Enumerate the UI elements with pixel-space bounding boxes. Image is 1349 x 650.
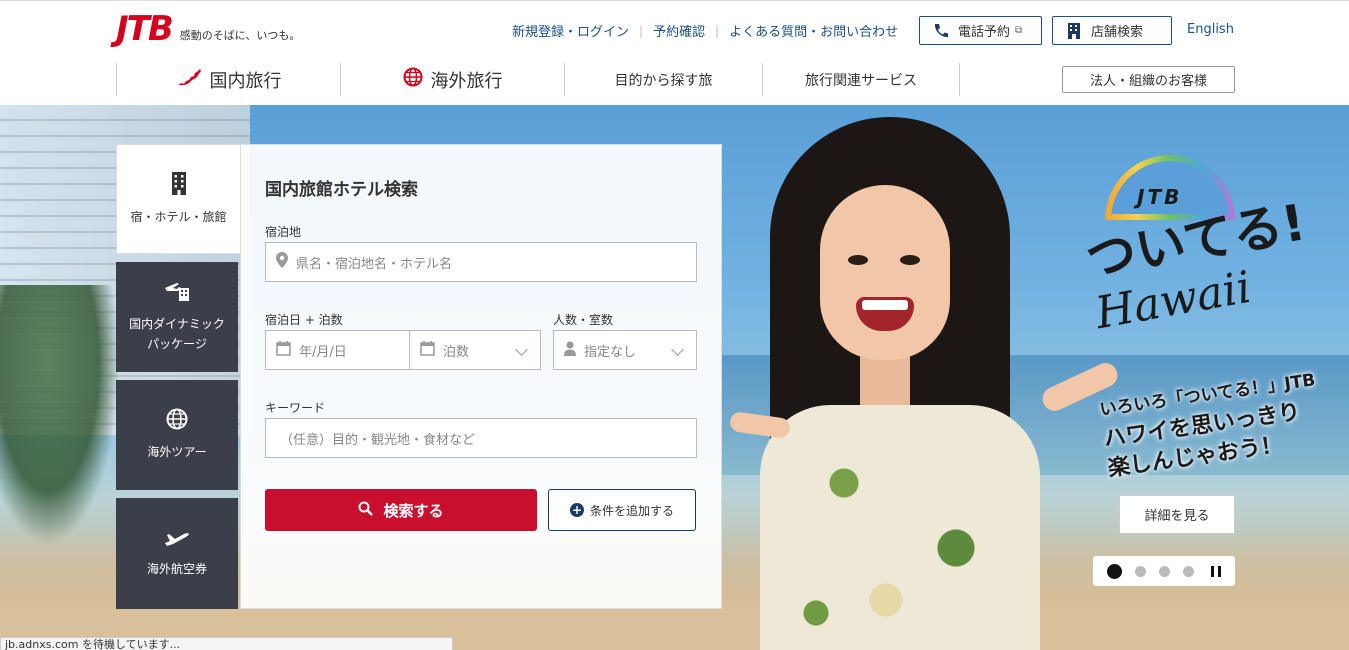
divider: | xyxy=(639,23,644,38)
phone-reservation-button[interactable]: 電話予約 ⧉ xyxy=(919,16,1042,45)
chevron-down-icon xyxy=(515,343,528,356)
search-panel: 宿・ホテル・旅館 国内ダイナミック パッケージ 海外ツアー 海外航空券 国内旅館… xyxy=(116,144,722,609)
guests-label: 人数・室数 xyxy=(553,313,614,327)
reservation-link[interactable]: 予約確認 xyxy=(653,21,705,40)
keyword-placeholder: （任意）目的・観光地・食材など xyxy=(280,432,476,448)
tab-dynamic-package[interactable]: 国内ダイナミック パッケージ xyxy=(116,262,238,372)
search-icon xyxy=(358,501,374,520)
campaign-copy: いろいろ「ついてる！」JTB ハワイを思いっきり 楽しんじゃおう！ xyxy=(1098,365,1326,484)
detail-button[interactable]: 詳細を見る xyxy=(1119,495,1235,534)
gnav-overseas[interactable]: 海外旅行 xyxy=(340,63,564,96)
gnav-overseas-label: 海外旅行 xyxy=(430,70,503,92)
building-icon xyxy=(170,171,188,201)
gnav-services[interactable]: 旅行関連サービス xyxy=(762,63,960,96)
nights-placeholder: 泊数 xyxy=(443,344,470,360)
search-button-label: 検索する xyxy=(383,501,444,520)
hotel-search-form: 国内旅館ホテル検索 宿泊地 県名・宿泊地名・ホテル名 宿泊日 + 泊数 年/月/… xyxy=(240,144,722,609)
chevron-down-icon xyxy=(671,343,684,356)
calendar-icon xyxy=(276,340,291,360)
slide-dot[interactable] xyxy=(1135,565,1146,577)
smile xyxy=(856,297,914,331)
pause-icon[interactable] xyxy=(1211,565,1221,577)
logo-mark: JTB xyxy=(116,9,174,49)
gnav-domestic-label: 国内旅行 xyxy=(209,70,282,92)
campaign-brand: JTB xyxy=(1137,185,1183,209)
guests-placeholder: 指定なし xyxy=(584,344,637,360)
place-placeholder: 県名・宿泊地名・ホテル名 xyxy=(296,256,453,272)
guests-select[interactable]: 指定なし xyxy=(553,330,697,370)
phone-icon xyxy=(932,22,950,40)
slide-dot[interactable] xyxy=(1183,565,1194,577)
gnav-domestic[interactable]: 国内旅行 xyxy=(116,63,340,96)
calendar-icon xyxy=(420,340,435,360)
corporate-button[interactable]: 法人・組織のお客様 xyxy=(1062,66,1235,93)
campaign-logo: JTB ついてる! Hawaii いろいろ「ついてる！」JTB ハワイを思いっき… xyxy=(1075,155,1345,482)
date-placeholder: 年/月/日 xyxy=(299,344,347,360)
tab-overseas-tour[interactable]: 海外ツアー xyxy=(116,380,238,490)
tab-label: 海外ツアー xyxy=(147,445,207,459)
tab-hotel[interactable]: 宿・ホテル・旅館 xyxy=(116,144,240,254)
add-condition-button[interactable]: + 条件を追加する xyxy=(548,489,696,531)
form-title: 国内旅館ホテル検索 xyxy=(265,180,418,200)
external-window-icon: ⧉ xyxy=(1015,25,1023,36)
keyword-input[interactable]: （任意）目的・観光地・食材など xyxy=(265,418,697,458)
search-button[interactable]: 検索する xyxy=(265,489,537,531)
site-header: JTB 感動のそばに、いつも。 新規登録・ログイン | 予約確認 | よくある質… xyxy=(0,0,1349,105)
eye xyxy=(900,255,920,265)
date-label: 宿泊日 + 泊数 xyxy=(265,313,343,327)
globe-icon xyxy=(166,408,188,436)
store-building-icon xyxy=(1065,22,1083,40)
nights-select[interactable]: 泊数 xyxy=(409,330,541,370)
place-label: 宿泊地 xyxy=(265,225,302,239)
model-photo xyxy=(728,105,1070,650)
japan-map-icon xyxy=(176,67,202,92)
keyword-label: キーワード xyxy=(265,401,326,415)
globe-icon xyxy=(403,67,423,92)
place-input[interactable]: 県名・宿泊地名・ホテル名 xyxy=(265,242,697,282)
tab-overseas-flight[interactable]: 海外航空券 xyxy=(116,498,238,609)
checkin-date-input[interactable]: 年/月/日 xyxy=(265,330,410,370)
aloha-shirt xyxy=(760,405,1040,650)
slider-controls xyxy=(1093,556,1235,586)
jtb-logo[interactable]: JTB 感動のそばに、いつも。 xyxy=(116,11,300,47)
palm-tree-image xyxy=(0,285,120,545)
gnav-purpose[interactable]: 目的から探す旅 xyxy=(564,63,762,96)
english-link[interactable]: English xyxy=(1187,22,1234,37)
global-nav: 国内旅行 海外旅行 目的から探す旅 旅行関連サービス xyxy=(116,63,960,96)
hero-banner[interactable]: JTB ついてる! Hawaii いろいろ「ついてる！」JTB ハワイを思いっき… xyxy=(0,105,1349,650)
person-icon xyxy=(564,341,576,360)
slide-dot[interactable] xyxy=(1107,563,1122,579)
store-search-button[interactable]: 店舗検索 xyxy=(1052,16,1172,45)
tab-label: 宿・ホテル・旅館 xyxy=(130,210,227,224)
eye xyxy=(848,255,868,265)
tab-label: 国内ダイナミック パッケージ xyxy=(129,317,225,351)
logo-tagline: 感動のそばに、いつも。 xyxy=(179,29,301,42)
store-button-label: 店舗検索 xyxy=(1091,25,1144,40)
divider: | xyxy=(715,23,720,38)
plus-circle-icon: + xyxy=(569,503,584,517)
browser-status-bar: jb.adnxs.com を待機しています... xyxy=(0,637,453,650)
login-link[interactable]: 新規登録・ログイン xyxy=(512,21,629,40)
face xyxy=(820,185,950,360)
airplane-icon xyxy=(164,529,190,553)
plane-hotel-icon xyxy=(163,280,191,308)
tab-label: 海外航空券 xyxy=(146,561,207,576)
phone-button-label: 電話予約 xyxy=(958,25,1011,40)
location-pin-icon xyxy=(276,252,288,272)
add-condition-label: 条件を追加する xyxy=(589,503,674,518)
utility-links: 新規登録・ログイン | 予約確認 | よくある質問・お問い合わせ xyxy=(512,21,898,41)
faq-link[interactable]: よくある質問・お問い合わせ xyxy=(729,21,898,40)
search-tabs: 宿・ホテル・旅館 国内ダイナミック パッケージ 海外ツアー 海外航空券 xyxy=(116,144,240,609)
slide-dot[interactable] xyxy=(1159,565,1170,577)
